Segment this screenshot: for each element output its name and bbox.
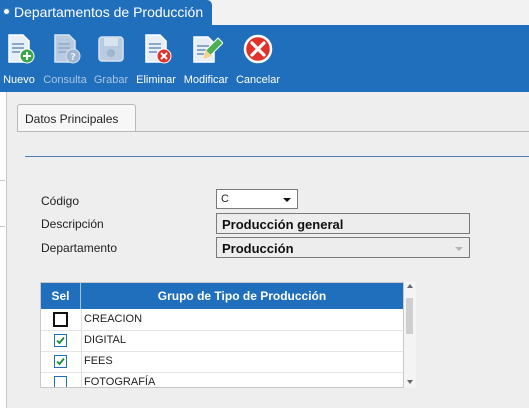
departamento-value: Producción bbox=[222, 241, 294, 256]
toolbar: Nuevo ? Consulta Grabar Eliminar Modific… bbox=[0, 25, 529, 92]
new-button-label: Nuevo bbox=[3, 74, 35, 86]
codigo-select[interactable]: C bbox=[216, 189, 298, 209]
query-document-icon: ? bbox=[54, 34, 81, 64]
column-header-sel[interactable]: Sel bbox=[41, 283, 81, 309]
column-header-grupo[interactable]: Grupo de Tipo de Producción bbox=[81, 283, 403, 309]
save-button[interactable]: Grabar bbox=[91, 29, 131, 89]
query-button[interactable]: ? Consulta bbox=[40, 29, 90, 89]
edit-pencil-icon bbox=[193, 36, 223, 63]
scroll-thumb[interactable] bbox=[406, 298, 413, 334]
scroll-up-icon[interactable] bbox=[407, 284, 413, 288]
row-select-cell bbox=[41, 373, 82, 387]
modify-button[interactable]: Modificar bbox=[180, 29, 232, 89]
table-row[interactable]: FOTOGRAFÍA bbox=[41, 373, 403, 388]
checkmark-icon bbox=[56, 357, 65, 366]
tab-datos-principales[interactable]: Datos Principales bbox=[17, 104, 136, 132]
tab-baseline bbox=[17, 131, 529, 132]
descripcion-label: Descripción bbox=[41, 217, 104, 231]
row-grupo-name: DIGITAL bbox=[84, 334, 126, 346]
left-panel-segment bbox=[0, 180, 5, 227]
save-button-label: Grabar bbox=[93, 74, 129, 86]
left-panel-segment bbox=[0, 92, 5, 181]
grid-header: Sel Grupo de Tipo de Producción bbox=[41, 283, 403, 309]
new-button[interactable]: Nuevo bbox=[0, 29, 38, 89]
descripcion-field[interactable]: Producción general bbox=[216, 213, 470, 234]
grupo-tipo-produccion-grid: Sel Grupo de Tipo de Producción CREACION… bbox=[40, 282, 404, 388]
checkmark-icon bbox=[56, 336, 65, 345]
save-disk-icon bbox=[98, 36, 124, 62]
delete-document-icon bbox=[145, 34, 172, 64]
codigo-label: Código bbox=[41, 194, 80, 208]
chevron-down-icon bbox=[283, 198, 291, 202]
tab-label: Datos Principales bbox=[25, 112, 119, 126]
section-divider bbox=[25, 156, 529, 157]
row-checkbox[interactable] bbox=[53, 312, 68, 327]
delete-button[interactable]: Eliminar bbox=[134, 29, 178, 89]
cancel-button-label: Cancelar bbox=[235, 74, 281, 86]
table-row[interactable]: FEES bbox=[41, 352, 403, 373]
codigo-value: C bbox=[221, 193, 229, 205]
row-checkbox[interactable] bbox=[54, 376, 67, 387]
descripcion-value: Producción general bbox=[222, 217, 344, 232]
table-row[interactable]: CREACION bbox=[41, 310, 403, 331]
row-grupo-name: CREACION bbox=[84, 313, 143, 325]
row-select-cell bbox=[41, 352, 82, 372]
left-panel-segment bbox=[0, 226, 5, 408]
table-row[interactable]: DIGITAL bbox=[41, 331, 403, 352]
new-document-icon bbox=[8, 34, 35, 64]
window-title-tab[interactable]: Departamentos de Producción bbox=[0, 0, 212, 25]
grid-scrollbar[interactable] bbox=[404, 282, 416, 388]
svg-text:?: ? bbox=[70, 52, 76, 63]
window-status-icon bbox=[3, 8, 10, 15]
window-tab-strip: Departamentos de Producción bbox=[0, 0, 529, 25]
left-panel-edge bbox=[0, 92, 7, 408]
chevron-down-icon bbox=[455, 247, 463, 251]
main-panel: Datos Principales Código C Descripción P… bbox=[7, 92, 529, 408]
row-select-cell bbox=[41, 310, 82, 330]
delete-button-label: Eliminar bbox=[136, 74, 176, 86]
row-grupo-name: FOTOGRAFÍA bbox=[84, 376, 156, 388]
row-select-cell bbox=[41, 331, 82, 351]
modify-button-label: Modificar bbox=[183, 74, 229, 86]
row-grupo-name: FEES bbox=[84, 355, 113, 367]
query-button-label: Consulta bbox=[43, 74, 87, 86]
scroll-down-icon[interactable] bbox=[407, 380, 413, 384]
cancel-x-icon bbox=[243, 34, 273, 64]
window-title: Departamentos de Producción bbox=[14, 4, 204, 20]
departamento-label: Departamento bbox=[41, 241, 118, 255]
row-checkbox[interactable] bbox=[54, 334, 67, 347]
cancel-button[interactable]: Cancelar bbox=[234, 29, 282, 89]
departamento-select[interactable]: Producción bbox=[216, 237, 470, 258]
row-checkbox[interactable] bbox=[54, 355, 67, 368]
